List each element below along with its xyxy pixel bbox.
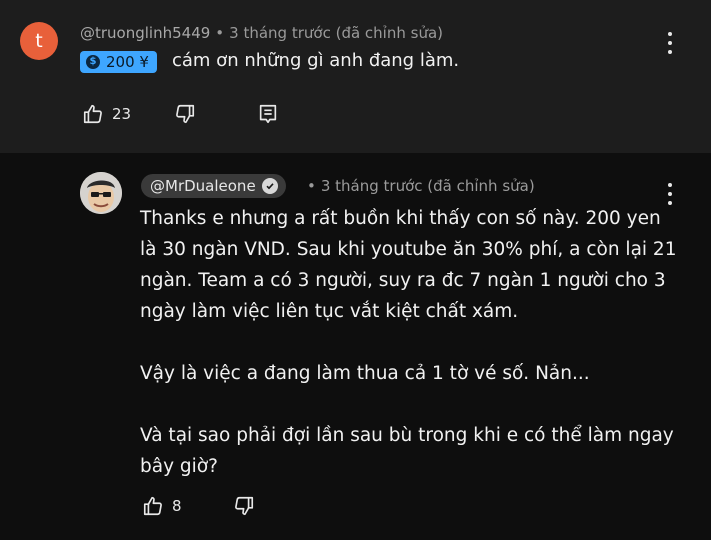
separator-dot: • (307, 177, 316, 195)
coin-icon: $ (86, 55, 100, 69)
reply-paragraph: Vậy là việc a đang làm thua cả 1 tờ vé s… (140, 363, 590, 384)
like-icon (82, 103, 104, 125)
reply-paragraph: Và tại sao phải đợi lần sau bù trong khi… (140, 425, 674, 477)
like-button[interactable]: 8 (142, 495, 182, 517)
more-vert-icon[interactable] (667, 32, 673, 54)
like-icon (142, 495, 164, 517)
comment-time[interactable]: 3 tháng trước (đã chỉnh sửa) (229, 24, 443, 42)
more-vert-icon[interactable] (667, 183, 673, 205)
reply-header: • 3 tháng trước (đã chỉnh sửa) (302, 177, 535, 195)
super-thanks-badge: $ 200 ¥ (80, 51, 157, 73)
dislike-button[interactable] (233, 495, 255, 517)
reply-time[interactable]: 3 tháng trước (đã chỉnh sửa) (321, 177, 535, 195)
dislike-icon (233, 495, 255, 517)
reply-paragraph: Thanks e nhưng a rất buồn khi thấy con s… (140, 208, 677, 322)
channel-name: @MrDualeone (150, 177, 256, 195)
reply-button[interactable] (257, 103, 279, 125)
separator-dot: • (215, 24, 225, 42)
avatar[interactable]: t (20, 22, 58, 60)
like-count: 8 (172, 497, 182, 515)
reply-text: Thanks e nhưng a rất buồn khi thấy con s… (140, 203, 680, 482)
comment-header: @truonglinh5449 • 3 tháng trước (đã chỉnh … (80, 24, 443, 42)
dislike-button[interactable] (174, 103, 196, 125)
dislike-icon (174, 103, 196, 125)
like-button[interactable]: 23 (82, 103, 131, 125)
comment-thread-top: t @truonglinh5449 • 3 tháng trước (đã chỉn… (0, 0, 711, 153)
super-thanks-amount: 200 ¥ (106, 53, 149, 71)
reply-icon (257, 103, 279, 125)
verified-check-icon (261, 178, 278, 194)
comment-username[interactable]: @truonglinh5449 (80, 24, 210, 42)
like-count: 23 (112, 105, 132, 123)
comment-text: cám ơn những gì anh đang làm. (172, 50, 460, 71)
channel-name-chip[interactable]: @MrDualeone (141, 174, 286, 198)
channel-avatar[interactable] (80, 172, 122, 214)
